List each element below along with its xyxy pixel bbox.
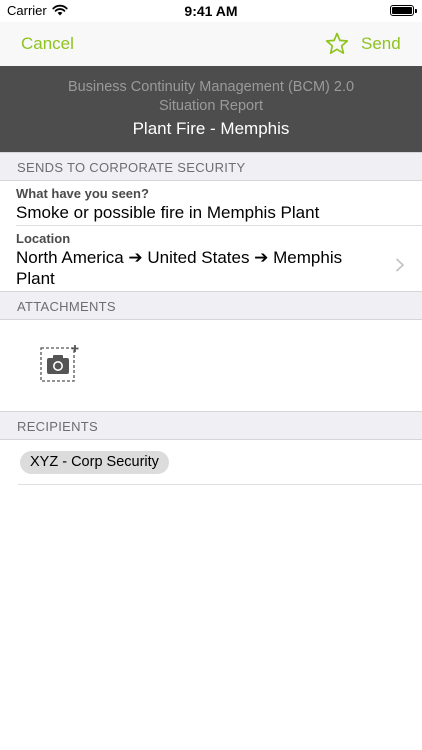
location-path: North America ➔ United States ➔ Memphis (16, 248, 343, 267)
report-header: Business Continuity Management (BCM) 2.0… (0, 66, 422, 152)
chevron-right-icon[interactable] (395, 258, 405, 272)
camera-add-icon[interactable] (40, 344, 80, 384)
location-field[interactable]: Location North America ➔ United States ➔… (0, 226, 422, 292)
recipient-chip[interactable]: XYZ - Corp Security (20, 451, 169, 474)
section-header-attachments: ATTACHMENTS (0, 291, 422, 320)
section-header-sends-to: SENDS TO CORPORATE SECURITY (0, 152, 422, 181)
location-label: Location (16, 231, 71, 246)
section-header-recipients: RECIPIENTS (0, 411, 422, 440)
seen-value: Smoke or possible fire in Memphis Plant (16, 203, 320, 222)
status-bar: Carrier 9:41 AM (0, 0, 422, 22)
app-name: Business Continuity Management (BCM) 2.0 (67, 79, 355, 95)
report-title: Plant Fire - Memphis (132, 119, 290, 138)
divider (18, 484, 422, 485)
seen-field[interactable]: What have you seen? Smoke or possible fi… (0, 181, 422, 226)
send-button[interactable]: Send (361, 34, 401, 54)
cancel-button[interactable]: Cancel (21, 34, 74, 54)
report-type: Situation Report (159, 98, 263, 114)
battery-icon (390, 5, 417, 16)
location-path-continued: Plant (16, 269, 55, 288)
seen-label: What have you seen? (16, 186, 149, 201)
navigation-bar: Cancel Send (0, 22, 422, 66)
star-icon[interactable] (324, 31, 350, 57)
clock-time: 9:41 AM (184, 3, 238, 19)
